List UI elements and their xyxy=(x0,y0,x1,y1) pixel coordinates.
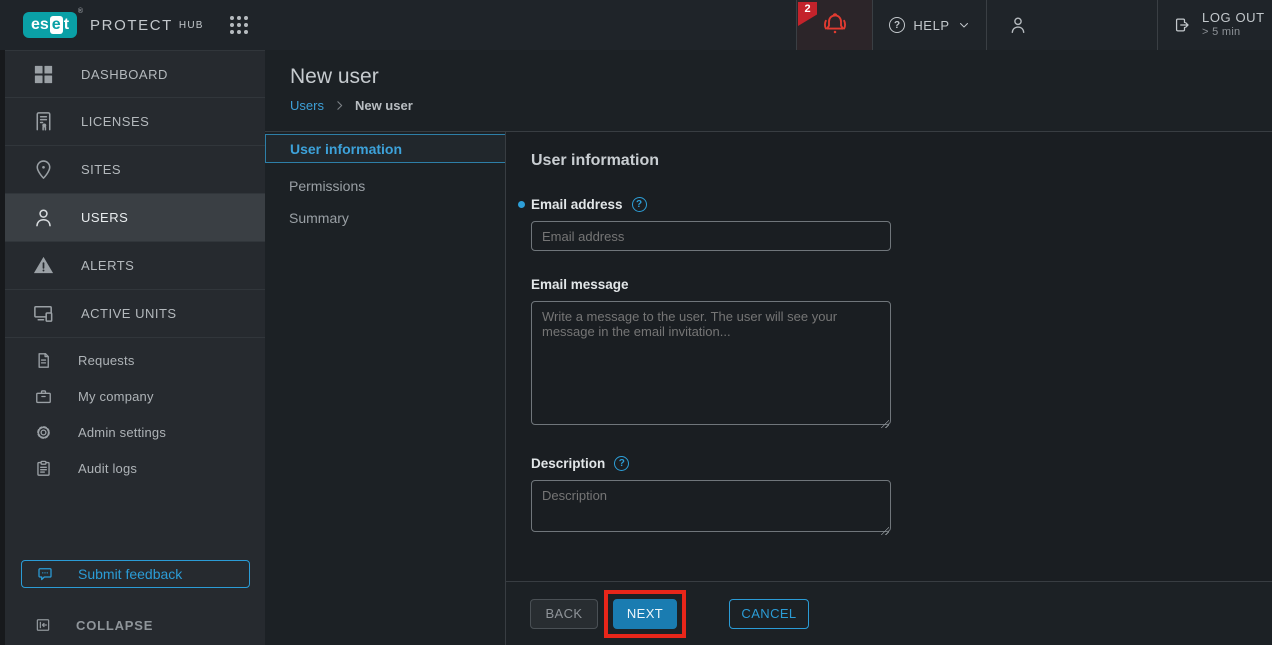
breadcrumb-users-link[interactable]: Users xyxy=(290,98,324,113)
next-button-annotation: NEXT xyxy=(604,590,686,638)
wizard-footer: BACK NEXT CANCEL xyxy=(506,581,1272,645)
sidebar-item-requests[interactable]: Requests xyxy=(5,342,265,378)
app-launcher-icon[interactable] xyxy=(226,12,252,38)
notification-badge: 2 xyxy=(798,2,817,26)
account-button[interactable] xyxy=(986,0,1157,50)
email-input[interactable] xyxy=(531,221,891,251)
logo-seg3: t xyxy=(64,17,69,33)
message-textarea[interactable] xyxy=(531,301,891,425)
logout-label: LOG OUT xyxy=(1202,10,1265,26)
cancel-button[interactable]: CANCEL xyxy=(729,599,809,629)
logout-button[interactable]: LOG OUT > 5 min xyxy=(1157,0,1272,50)
step-summary[interactable]: Summary xyxy=(265,202,505,234)
alerts-icon xyxy=(31,254,55,278)
breadcrumb-current: New user xyxy=(355,98,413,113)
product-suffix: HUB xyxy=(179,20,204,31)
submit-feedback-button[interactable]: Submit feedback xyxy=(21,560,250,588)
audit-logs-icon xyxy=(34,459,53,478)
user-icon xyxy=(1007,14,1029,36)
message-label: Email message xyxy=(531,277,629,292)
active-units-icon xyxy=(31,302,55,326)
requests-icon xyxy=(34,351,53,370)
step-user-information[interactable]: User information xyxy=(265,134,505,163)
sidebar-item-my-company[interactable]: My company xyxy=(5,378,265,414)
step-permissions[interactable]: Permissions xyxy=(265,170,505,202)
form-heading: User information xyxy=(531,152,1247,170)
email-field-group: Email address ? xyxy=(531,197,1247,251)
company-icon xyxy=(34,387,53,406)
sidebar-item-users[interactable]: USERS xyxy=(5,194,265,242)
breadcrumb: Users New user xyxy=(290,98,1272,113)
email-help-icon[interactable]: ? xyxy=(632,197,647,212)
logout-timer: > 5 min xyxy=(1202,26,1265,40)
logo-seg2: e xyxy=(50,16,63,34)
licenses-icon xyxy=(31,110,55,134)
description-label: Description xyxy=(531,456,605,471)
next-button[interactable]: NEXT xyxy=(613,599,677,629)
wizard-steps: User information Permissions Summary xyxy=(265,132,505,645)
feedback-label: Submit feedback xyxy=(78,566,182,582)
description-help-icon[interactable]: ? xyxy=(614,456,629,471)
help-label: HELP xyxy=(913,18,949,33)
logo-seg1: es xyxy=(31,17,49,33)
sidebar-item-sites[interactable]: SITES xyxy=(5,146,265,194)
page-title: New user xyxy=(290,65,1272,89)
sidebar-item-alerts[interactable]: ALERTS xyxy=(5,242,265,290)
sidebar-item-licenses[interactable]: LICENSES xyxy=(5,98,265,146)
topbar: eset ® PROTECT HUB 2 ? H xyxy=(0,0,1272,50)
sidebar-item-dashboard[interactable]: DASHBOARD xyxy=(5,50,265,98)
help-icon: ? xyxy=(889,17,905,33)
logout-icon xyxy=(1172,15,1192,35)
collapse-label: COLLAPSE xyxy=(76,618,153,633)
product-name: PROTECT HUB xyxy=(90,17,204,34)
sites-icon xyxy=(31,158,55,182)
sidebar: DASHBOARD LICENSES xyxy=(0,50,265,645)
description-field-group: Description ? xyxy=(531,456,1247,537)
help-menu[interactable]: ? HELP xyxy=(872,0,986,50)
breadcrumb-chevron-icon xyxy=(333,99,346,112)
collapse-icon xyxy=(34,616,52,634)
form-panel: User information Email address ? Email m… xyxy=(505,132,1272,645)
sidebar-item-active-units[interactable]: ACTIVE UNITS xyxy=(5,290,265,338)
users-icon xyxy=(31,206,55,230)
back-button[interactable]: BACK xyxy=(530,599,598,629)
collapse-button[interactable]: COLLAPSE xyxy=(5,616,265,634)
notifications-button[interactable]: 2 xyxy=(796,0,872,50)
page-header: New user Users New user xyxy=(265,50,1272,132)
chevron-down-icon xyxy=(958,19,970,31)
settings-icon xyxy=(34,423,53,442)
description-textarea[interactable] xyxy=(531,480,891,532)
main-content: New user Users New user User information… xyxy=(265,50,1272,645)
sidebar-item-admin-settings[interactable]: Admin settings xyxy=(5,414,265,450)
registered-mark: ® xyxy=(78,8,83,15)
dashboard-icon xyxy=(31,62,55,86)
sidebar-item-audit-logs[interactable]: Audit logs xyxy=(5,450,265,486)
eset-logo: eset ® xyxy=(23,12,77,38)
bell-icon xyxy=(820,10,850,40)
feedback-icon xyxy=(36,565,54,583)
message-field-group: Email message xyxy=(531,277,1247,430)
email-label: Email address xyxy=(531,197,623,212)
required-dot xyxy=(518,201,525,208)
